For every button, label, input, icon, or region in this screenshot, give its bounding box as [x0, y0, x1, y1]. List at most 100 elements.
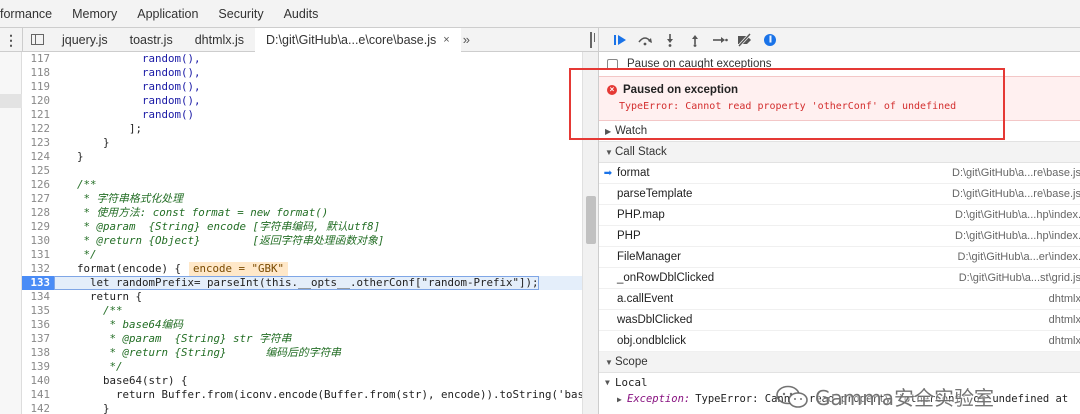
deactivate-breakpoints-button[interactable]: [734, 30, 756, 50]
code-line: 128 * 使用方法: const format = new format(): [22, 206, 598, 220]
step-over-button[interactable]: [634, 30, 656, 50]
wechat-logo-icon: [776, 385, 808, 408]
frame-name: PHP.map: [617, 209, 665, 221]
frame-name: format: [617, 167, 650, 179]
more-vertical-icon[interactable]: ⋮: [0, 33, 22, 47]
line-number[interactable]: 132: [22, 262, 54, 276]
line-number[interactable]: 140: [22, 374, 54, 388]
line-number[interactable]: 136: [22, 318, 54, 332]
call-frame[interactable]: _onRowDblClicked D:\git\GitHub\a...st\gri…: [599, 268, 1080, 289]
line-number[interactable]: 122: [22, 122, 54, 136]
line-number[interactable]: 123: [22, 136, 54, 150]
frame-location[interactable]: D:\git\GitHub\a...st\grid.js: [899, 272, 1080, 284]
call-frame[interactable]: obj.ondblclick dhtmlx: [599, 331, 1080, 352]
call-frame[interactable]: a.callEvent dhtmlx: [599, 289, 1080, 310]
line-number[interactable]: 119: [22, 80, 54, 94]
file-tab-dhtmlx[interactable]: dhtmlx.js: [184, 28, 255, 52]
line-number[interactable]: 117: [22, 52, 54, 66]
code-editor[interactable]: 117 random(), 118 random(), 119 random()…: [22, 52, 598, 414]
line-number[interactable]: 138: [22, 346, 54, 360]
line-number[interactable]: 134: [22, 290, 54, 304]
line-number[interactable]: 135: [22, 304, 54, 318]
annotation-highlight-box: [569, 68, 1005, 140]
line-number[interactable]: 137: [22, 332, 54, 346]
scope-label: Scope: [615, 356, 648, 368]
line-number[interactable]: 131: [22, 248, 54, 262]
execution-line-number[interactable]: 133: [22, 276, 54, 290]
inline-variable-value: encode = "GBK": [189, 262, 289, 276]
code-text: /**: [64, 304, 123, 317]
step-into-button[interactable]: [659, 30, 681, 50]
line-number[interactable]: 118: [22, 66, 54, 80]
frame-location[interactable]: dhtmlx: [899, 293, 1080, 305]
pause-on-exceptions-button[interactable]: ||: [759, 30, 781, 50]
scrollbar-thumb[interactable]: [586, 196, 596, 244]
current-frame-arrow-icon: ➡: [603, 167, 613, 179]
file-tab-jquery[interactable]: jquery.js: [51, 28, 119, 52]
call-stack-section-header[interactable]: ▼ Call Stack: [599, 142, 1080, 163]
toggle-debugger-button[interactable]: [590, 32, 592, 48]
line-number[interactable]: 142: [22, 402, 54, 414]
code-text: random(),: [64, 80, 201, 93]
triangle-down-icon: ▼: [605, 147, 613, 157]
frame-location[interactable]: dhtmlx: [899, 314, 1080, 326]
line-number[interactable]: 124: [22, 150, 54, 164]
line-number[interactable]: 129: [22, 220, 54, 234]
code-text: random(),: [64, 94, 201, 107]
more-tabs-icon[interactable]: »: [463, 32, 470, 47]
resume-icon: [614, 34, 626, 45]
code-text: * @return {Object} [返回字符串处理函数对象]: [64, 234, 385, 247]
call-frame[interactable]: FileManager D:\git\GitHub\a...er\index.: [599, 247, 1080, 268]
code-text: * base64编码: [64, 318, 184, 331]
line-number[interactable]: 141: [22, 388, 54, 402]
frame-location[interactable]: D:\git\GitHub\a...re\base.js: [899, 188, 1080, 200]
file-tab-base[interactable]: D:\git\GitHub\a...e\core\base.js ×: [255, 27, 461, 52]
frame-location[interactable]: dhtmlx: [899, 335, 1080, 347]
step-out-button[interactable]: [684, 30, 706, 50]
code-text: * 使用方法: const format = new format(): [64, 206, 329, 219]
tab-memory[interactable]: Memory: [62, 7, 127, 21]
call-frame[interactable]: PHP.map D:\git\GitHub\a...hp\index.: [599, 205, 1080, 226]
tab-performance[interactable]: formance: [0, 7, 62, 21]
step-button[interactable]: [709, 30, 731, 50]
frame-location[interactable]: D:\git\GitHub\a...re\base.js: [899, 167, 1080, 179]
line-number[interactable]: 126: [22, 178, 54, 192]
navigator-strip: [0, 52, 22, 414]
frame-location[interactable]: D:\git\GitHub\a...er\index.: [899, 251, 1080, 263]
code-text: ];: [64, 122, 143, 135]
code-line: 119 random(),: [22, 80, 598, 94]
toggle-navigator-button[interactable]: [23, 34, 51, 45]
editor-file-tabs: ⋮ jquery.js toastr.js dhtmlx.js D:\git\G…: [0, 27, 598, 52]
frame-location[interactable]: D:\git\GitHub\a...hp\index.: [899, 209, 1080, 221]
code-line: 125: [22, 164, 598, 178]
resume-button[interactable]: [609, 30, 631, 50]
tab-application[interactable]: Application: [127, 7, 208, 21]
file-tab-toastr[interactable]: toastr.js: [119, 28, 184, 52]
frame-location[interactable]: D:\git\GitHub\a...hp\index.: [899, 230, 1080, 242]
line-number[interactable]: 120: [22, 94, 54, 108]
close-icon[interactable]: ×: [443, 28, 449, 52]
watermark: Gamma安全实验室: [775, 382, 994, 411]
line-number[interactable]: 121: [22, 108, 54, 122]
scope-section-header[interactable]: ▼ Scope: [599, 352, 1080, 373]
call-frame[interactable]: PHP D:\git\GitHub\a...hp\index.: [599, 226, 1080, 247]
tab-security[interactable]: Security: [208, 7, 273, 21]
line-number[interactable]: 125: [22, 164, 54, 178]
call-frame[interactable]: parseTemplate D:\git\GitHub\a...re\base.j…: [599, 184, 1080, 205]
line-number[interactable]: 130: [22, 234, 54, 248]
triangle-down-icon: ▼: [605, 377, 610, 387]
call-frame[interactable]: wasDblClicked dhtmlx: [599, 310, 1080, 331]
line-number[interactable]: 127: [22, 192, 54, 206]
call-frame[interactable]: ➡ format D:\git\GitHub\a...re\base.js: [599, 163, 1080, 184]
code-line: 122 ];: [22, 122, 598, 136]
triangle-right-icon: ▶: [617, 394, 622, 404]
tab-audits[interactable]: Audits: [274, 7, 329, 21]
code-text: * @return {String} 编码后的字符串: [64, 346, 342, 359]
code-line: 121 random(): [22, 108, 598, 122]
code-text: }: [64, 402, 110, 414]
frame-name: PHP: [617, 230, 641, 242]
code-text: random(),: [64, 52, 201, 65]
debugger-toolbar: ||: [599, 28, 1080, 52]
line-number[interactable]: 128: [22, 206, 54, 220]
line-number[interactable]: 139: [22, 360, 54, 374]
